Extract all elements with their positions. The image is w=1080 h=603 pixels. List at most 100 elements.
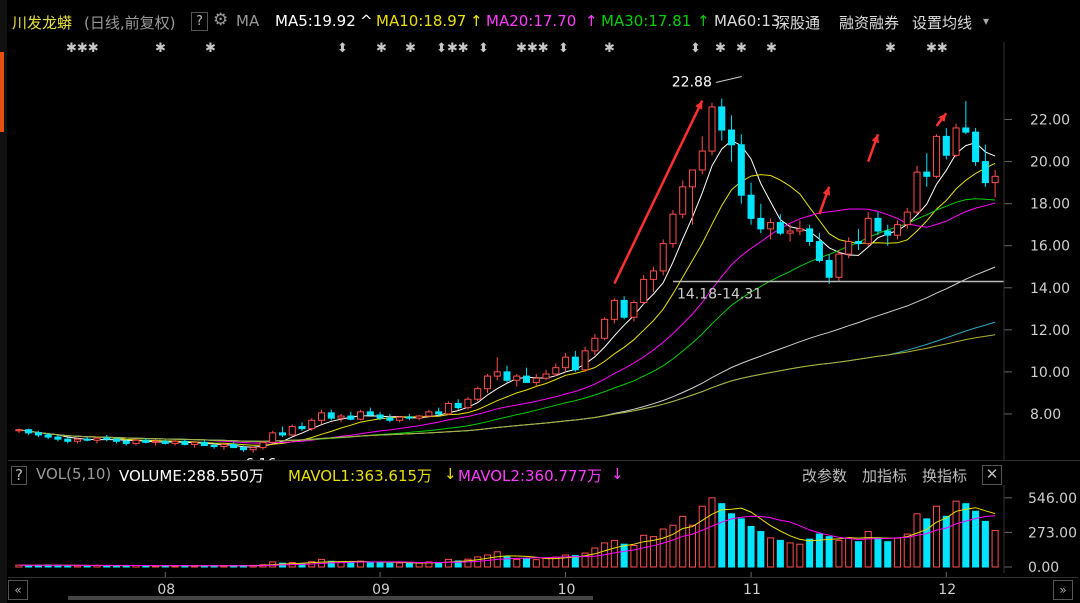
y-tick-label: 18.00 [1030, 197, 1070, 213]
volume-bar [640, 534, 648, 568]
set-ma-button[interactable]: 设置均线 [912, 12, 972, 33]
candle [200, 440, 208, 446]
candle-body [659, 243, 667, 272]
volume-bar [962, 503, 970, 568]
volume-bar [854, 541, 862, 568]
price-chart[interactable]: 14.18-14.316.1622.88 22.0020.0018.0016.0… [8, 42, 1078, 460]
candle-body [454, 402, 462, 409]
candle [308, 418, 316, 431]
volume-bar [444, 558, 452, 568]
mavol2-value: MAVOL2:360.777万 [458, 467, 603, 485]
candle-body [278, 432, 286, 436]
volume-bar [893, 537, 902, 568]
edit-params-button[interactable]: 改参数 [802, 465, 847, 486]
candle [386, 413, 394, 423]
candle [864, 212, 872, 246]
candle-body [161, 440, 169, 444]
sh-connect-link[interactable]: 深股通 [775, 12, 820, 33]
high-price-label: 22.88 [672, 75, 712, 91]
swap-indicator-button[interactable]: 换指标 [922, 465, 967, 486]
candle [532, 373, 540, 387]
y-tick-label: 14.00 [1030, 281, 1070, 297]
candle-body [435, 411, 443, 415]
candle-body [864, 217, 872, 245]
candle-body [64, 438, 72, 442]
candle [542, 369, 550, 381]
vol-tick-label: 273.00 [1028, 525, 1077, 541]
candle [230, 442, 238, 449]
mavol2-arrow: ↓ [611, 465, 624, 483]
volume-bar [376, 561, 384, 568]
candle-body [54, 436, 62, 440]
stock-name[interactable]: 川发龙蟒 [12, 12, 72, 33]
volume-bar [728, 513, 736, 568]
volume-bar [737, 518, 745, 568]
candle [698, 136, 706, 175]
candle [649, 266, 657, 292]
candle [601, 317, 609, 341]
volume-bar [396, 562, 404, 568]
volume-bar [815, 533, 823, 568]
candle-body [610, 299, 618, 320]
candle-body [103, 437, 111, 440]
help-button[interactable]: ? [191, 12, 208, 31]
candle-body [952, 127, 960, 156]
x-tick-label: 08 [157, 582, 175, 598]
ma150-line [18, 334, 996, 442]
candle [718, 98, 726, 141]
close-icon[interactable]: ✕ [982, 465, 1002, 485]
chevron-down-icon[interactable]: ▾ [983, 14, 989, 28]
ma5-value: MA5:19.92 [275, 12, 356, 30]
settings-gear-icon[interactable]: ⚙ [213, 10, 228, 30]
candle [610, 298, 618, 324]
x-tick-label: 10 [558, 582, 576, 598]
candle-body [923, 171, 931, 177]
ma10-value: MA10:18.97 [376, 12, 467, 30]
volume-chart[interactable]: 546.00 273.00 0.00 [8, 485, 1078, 573]
vol-help-button[interactable]: ? [11, 466, 27, 485]
candle-body [962, 127, 970, 133]
candle [513, 373, 521, 387]
candle [620, 296, 628, 320]
x-tick-label: 11 [743, 582, 761, 598]
candle-body [542, 373, 550, 379]
candle-body [874, 217, 882, 232]
candle-body [200, 441, 208, 446]
candle [83, 437, 91, 442]
candle [288, 424, 296, 437]
ma30-value: MA30:17.81 [601, 12, 692, 30]
ma5-arrow: ^ [360, 12, 373, 30]
candle [269, 430, 277, 444]
candle [405, 413, 413, 421]
candle-body [620, 299, 628, 318]
volume-bar [806, 538, 814, 568]
margin-trading-link[interactable]: 融资融券 [839, 12, 899, 33]
candle [132, 439, 140, 446]
candle-body [571, 356, 579, 371]
candle [425, 409, 433, 418]
candle [103, 434, 111, 442]
candle [552, 363, 560, 377]
volume-bar [698, 505, 706, 568]
y-tick-label: 16.00 [1030, 239, 1070, 255]
y-tick-label: 20.00 [1030, 155, 1070, 171]
ma10-arrow: ↑ [470, 12, 483, 30]
candle [884, 224, 892, 246]
candle-body [152, 440, 160, 443]
candle-body [991, 175, 999, 184]
scroll-right-button[interactable]: » [1053, 580, 1073, 600]
candle-body [562, 356, 570, 369]
candle-body [718, 106, 726, 131]
candle-body [181, 440, 189, 445]
candle [444, 401, 452, 415]
add-indicator-button[interactable]: 加指标 [862, 465, 907, 486]
volume-bar [679, 515, 687, 568]
candle-body [269, 432, 277, 443]
volume-bar [513, 558, 521, 568]
volume-bar [972, 510, 980, 568]
candle [571, 350, 579, 372]
candle [893, 220, 902, 240]
volume-bar [913, 513, 921, 568]
volume-bar [864, 531, 872, 568]
candle-body [259, 441, 267, 449]
